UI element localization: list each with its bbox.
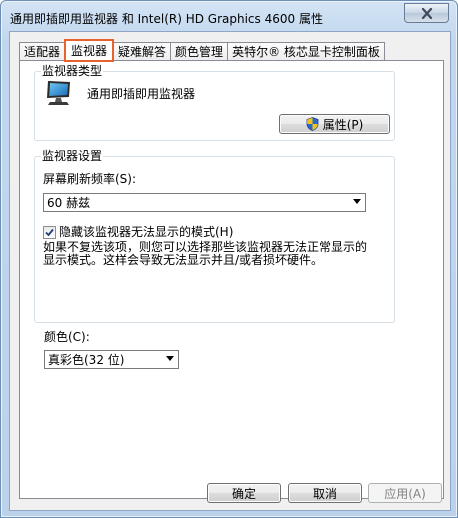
apply-button[interactable]: 应用(A): [368, 483, 442, 503]
tab-monitor[interactable]: 监视器: [64, 39, 115, 62]
uac-shield-icon: [306, 117, 319, 131]
title-bar[interactable]: 通用即插即用监视器 和 Intel(R) HD Graphics 4600 属性: [1, 1, 457, 31]
colors-value: 真彩色(32 位): [48, 353, 125, 367]
tab-strip: 适配器 监视器 疑难解答 颜色管理 英特尔® 核芯显卡控制面板: [19, 39, 385, 62]
chevron-down-icon: [353, 199, 361, 204]
monitor-settings-group: 监视器设置 屏幕刷新频率(S): 60 赫兹 隐藏该监视器无法显示的模式(H) …: [34, 149, 395, 323]
window-title: 通用即插即用监视器 和 Intel(R) HD Graphics 4600 属性: [10, 12, 323, 26]
tab-troubleshoot[interactable]: 疑难解答: [113, 42, 172, 62]
tab-adapter[interactable]: 适配器: [19, 42, 66, 62]
monitor-type-group: 监视器类型 通用即插即用监视器 属性(P): [34, 64, 395, 141]
colors-select[interactable]: 真彩色(32 位): [44, 350, 179, 369]
properties-window: 通用即插即用监视器 和 Intel(R) HD Graphics 4600 属性…: [0, 0, 458, 518]
monitor-name: 通用即插即用监视器: [87, 87, 196, 101]
tab-intel-control-panel[interactable]: 英特尔® 核芯显卡控制面板: [227, 42, 385, 62]
cancel-button[interactable]: 取消: [288, 483, 362, 503]
close-icon: [421, 7, 432, 19]
refresh-rate-label: 屏幕刷新频率(S):: [43, 172, 137, 186]
close-button[interactable]: [404, 3, 449, 23]
monitor-type-title: 监视器类型: [41, 64, 104, 78]
monitor-icon: [47, 81, 70, 105]
dialog-client-area: 适配器 监视器 疑难解答 颜色管理 英特尔® 核芯显卡控制面板 监视器类型 通用…: [9, 31, 451, 511]
refresh-rate-select[interactable]: 60 赫兹: [43, 193, 366, 212]
ok-button-label: 确定: [231, 486, 256, 501]
colors-label: 颜色(C):: [44, 330, 90, 344]
checkmark-icon: [45, 228, 54, 237]
cancel-button-label: 取消: [312, 486, 337, 501]
tab-color-management[interactable]: 颜色管理: [170, 42, 229, 62]
refresh-rate-value: 60 赫兹: [47, 196, 91, 210]
hide-modes-label[interactable]: 隐藏该监视器无法显示的模式(H): [59, 225, 233, 239]
monitor-settings-title: 监视器设置: [41, 149, 104, 163]
hide-modes-checkbox[interactable]: [43, 226, 56, 239]
monitor-tab-panel: 监视器类型 通用即插即用监视器 属性(P) 监视器设置 屏幕刷新频率(S): 6…: [19, 60, 444, 499]
ok-button[interactable]: 确定: [207, 483, 281, 503]
properties-button-label: 属性(P): [322, 117, 364, 132]
apply-button-label: 应用(A): [384, 486, 426, 501]
hide-modes-description-line2: 显示模式。这样会导致无法显示并且/或者损坏硬件。: [43, 253, 324, 267]
chevron-down-icon: [166, 356, 174, 361]
monitor-properties-button[interactable]: 属性(P): [279, 114, 390, 134]
